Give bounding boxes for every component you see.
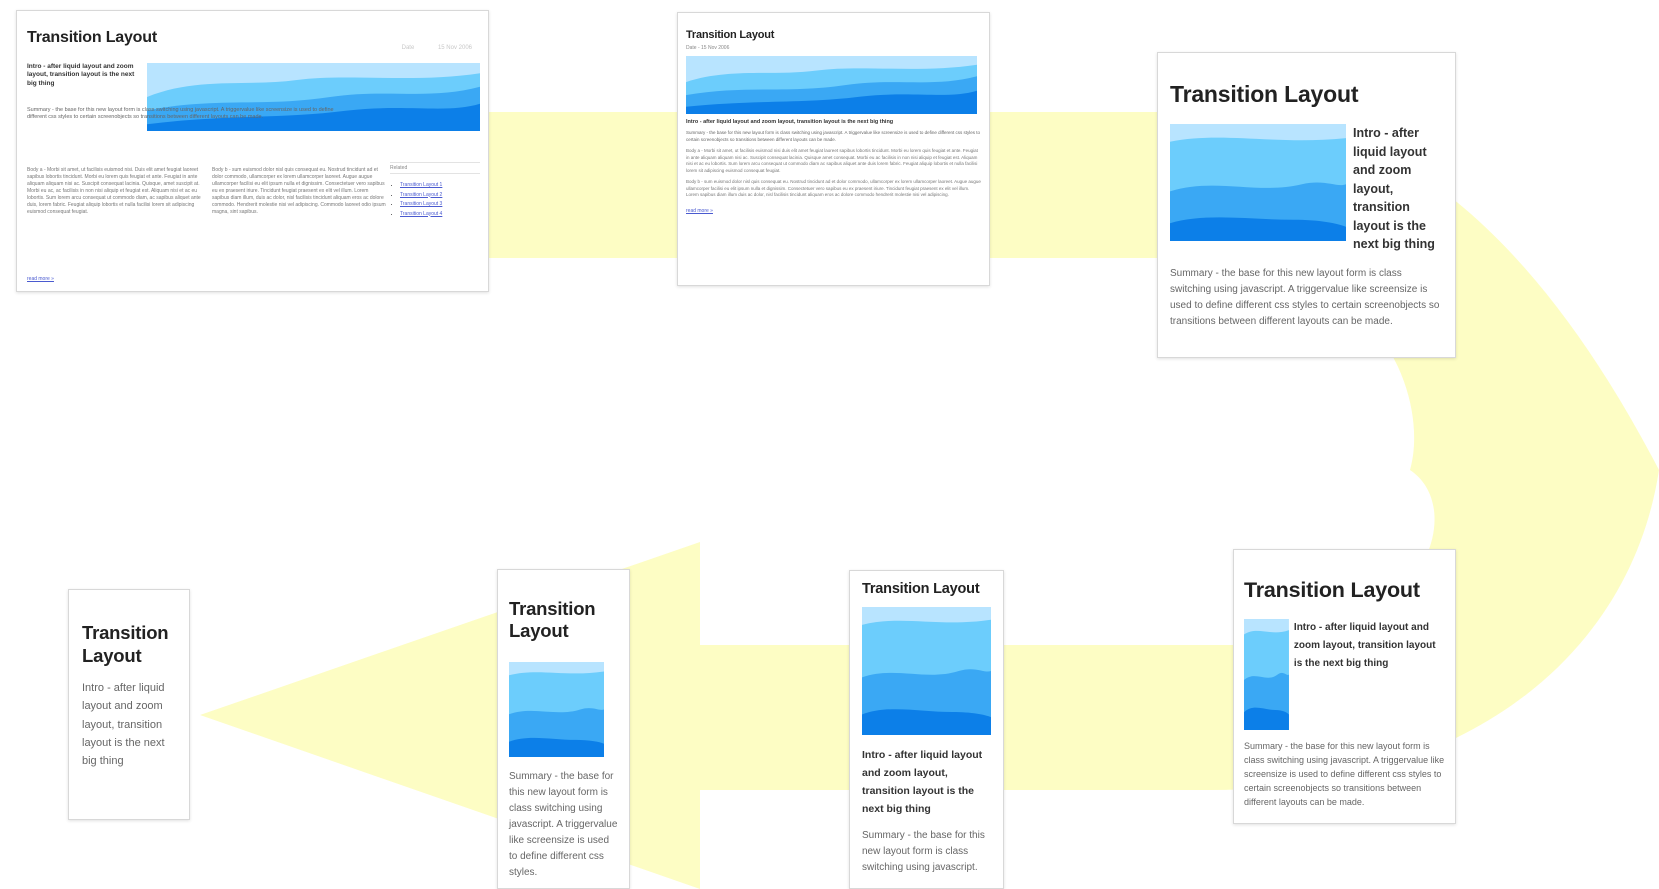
card-summary: Summary - the base for this new layout f… xyxy=(1170,267,1440,327)
card-title: Transition Layout xyxy=(1170,81,1359,107)
read-more-link[interactable]: read more » xyxy=(27,276,54,282)
narrow-layout-card: Transition Layout Intro - after liquid l… xyxy=(849,570,1004,889)
body-column-b: Body b - sum euismod dolor nisl quis con… xyxy=(212,167,386,215)
medium-layout-card: Transition Layout Date - 15 Nov 2006 Int… xyxy=(677,12,990,286)
card-summary: Summary - the base for this new layout f… xyxy=(509,770,618,878)
sidebar-link[interactable]: Transition Layout 1 xyxy=(400,182,442,188)
card-title: Transition Layout xyxy=(1244,578,1420,602)
card-summary: Summary - the base for this new layout f… xyxy=(1244,741,1445,807)
landscape-image xyxy=(862,607,991,735)
tiny-layout-card: Transition Layout Intro - after liquid l… xyxy=(68,589,190,820)
landscape-image xyxy=(1170,124,1346,241)
card-intro: Intro - after liquid layout and zoom lay… xyxy=(82,682,165,768)
body-column-a: Body a - Morbi sit amet, ut facilisis eu… xyxy=(27,167,201,215)
body-paragraph-a: Body a - Morbi sit amet, ut facilisis eu… xyxy=(686,148,978,173)
read-more-link[interactable]: read more » xyxy=(686,208,713,214)
card-summary: Summary - the base for this new layout f… xyxy=(862,830,985,874)
card-intro: Intro - after liquid layout and zoom lay… xyxy=(1353,126,1435,251)
sidebar-link[interactable]: Transition Layout 4 xyxy=(400,211,442,217)
card-title: Transition Layout xyxy=(862,581,980,597)
body-paragraph-b: Body b - sum euismod dolor nisl quis con… xyxy=(686,179,981,198)
card-intro: Intro - after liquid layout and zoom lay… xyxy=(27,63,135,87)
card-summary: Summary - the base for this new layout f… xyxy=(27,107,334,121)
zoom-layout-card-medium: Transition Layout Intro - after liquid l… xyxy=(1233,549,1456,824)
card-date: Date - 15 Nov 2006 xyxy=(686,45,730,51)
card-title: Transition Layout xyxy=(686,29,775,41)
card-meta: Date 15 Nov 2006 xyxy=(380,45,472,51)
landscape-image xyxy=(686,56,977,114)
sidebar-link[interactable]: Transition Layout 2 xyxy=(400,192,442,198)
sidebar-links: Transition Layout 1 Transition Layout 2 … xyxy=(390,181,442,219)
sidebar-link[interactable]: Transition Layout 3 xyxy=(400,201,442,207)
card-title: Transition Layout xyxy=(82,622,169,666)
sidebar-title: Related xyxy=(390,162,480,174)
card-intro: Intro - after liquid layout and zoom lay… xyxy=(1293,622,1436,669)
narrower-layout-card: Transition Layout Summary - the base for… xyxy=(497,569,630,889)
zoom-layout-card-large: Transition Layout Intro - after liquid l… xyxy=(1157,52,1456,358)
landscape-image xyxy=(509,661,604,757)
card-summary: Summary - the base for this new layout f… xyxy=(686,130,981,142)
card-intro: Intro - after liquid layout and zoom lay… xyxy=(686,119,894,125)
wide-layout-card: Transition Layout Date 15 Nov 2006 Intro… xyxy=(16,10,489,292)
meta-label: Date xyxy=(401,45,415,51)
card-title: Transition Layout xyxy=(509,598,596,641)
meta-value: 15 Nov 2006 xyxy=(437,45,472,51)
landscape-image xyxy=(1244,619,1289,730)
card-intro: Intro - after liquid layout and zoom lay… xyxy=(862,749,983,815)
